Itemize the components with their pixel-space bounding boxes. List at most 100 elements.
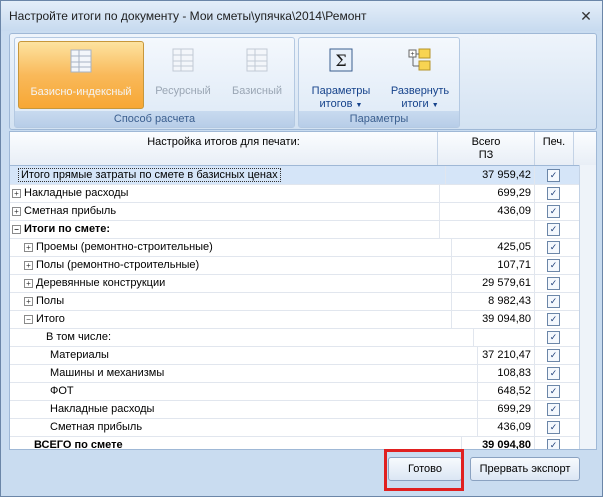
- table-row[interactable]: Сметная прибыль 436,09 ✓: [10, 418, 596, 437]
- row-value-cell: 648,52: [438, 382, 535, 400]
- print-checkbox[interactable]: ✓: [547, 169, 560, 182]
- row-print-cell: ✓: [535, 418, 573, 436]
- print-checkbox[interactable]: ✓: [547, 421, 560, 434]
- row-value: 37 959,42: [482, 169, 531, 181]
- row-value-cell: 39 094,80: [438, 436, 535, 449]
- expand-icon[interactable]: +: [24, 296, 33, 306]
- print-checkbox[interactable]: ✓: [547, 367, 560, 380]
- row-label: Итого прямые затраты по смете в базисных…: [18, 168, 281, 182]
- row-label-cell: + Сметная прибыль: [10, 202, 440, 220]
- print-checkbox[interactable]: ✓: [547, 331, 560, 344]
- expand-icon[interactable]: +: [12, 206, 21, 216]
- print-checkbox[interactable]: ✓: [547, 277, 560, 290]
- expand-icon[interactable]: +: [24, 242, 33, 252]
- header-total[interactable]: Всего ПЗ: [438, 132, 535, 165]
- row-label: Накладные расходы: [50, 403, 155, 415]
- expand-totals-button[interactable]: + Развернуть итоги ▼: [383, 41, 457, 110]
- row-value: [531, 223, 534, 235]
- row-print-cell: ✓: [535, 310, 573, 328]
- row-print-cell: ✓: [535, 382, 573, 400]
- dialog-footer: Готово Прервать экспорт: [9, 449, 595, 489]
- row-label-cell: + Накладные расходы: [10, 184, 440, 202]
- expand-icon[interactable]: +: [24, 260, 33, 270]
- table-row[interactable]: Накладные расходы 699,29 ✓: [10, 400, 596, 419]
- row-label-cell: В том числе:: [10, 328, 474, 346]
- row-value: 436,09: [497, 205, 531, 217]
- header-name[interactable]: Настройка итогов для печати:: [10, 132, 438, 165]
- close-icon[interactable]: ✕: [576, 6, 596, 26]
- svg-text:Σ: Σ: [335, 51, 346, 70]
- row-value-cell: 107,71: [438, 256, 535, 274]
- table-row[interactable]: ВСЕГО по смете 39 094,80 ✓: [10, 436, 596, 449]
- resource-button[interactable]: Ресурсный: [147, 41, 219, 107]
- highlight-box: [384, 449, 464, 491]
- row-label: Материалы: [50, 349, 109, 361]
- print-checkbox[interactable]: ✓: [547, 403, 560, 416]
- params-totals-button[interactable]: Σ Параметры итогов ▼: [302, 41, 380, 110]
- row-print-cell: ✓: [535, 364, 573, 382]
- expand-icon[interactable]: +: [12, 188, 21, 198]
- row-label-cell: + Проемы (ремонтно-строительные): [10, 238, 452, 256]
- table-row[interactable]: Материалы 37 210,47 ✓: [10, 346, 596, 365]
- row-value-cell: 37 210,47: [438, 346, 535, 364]
- basis-label: Базисный: [231, 85, 283, 97]
- table-row[interactable]: − Итоги по смете: ✓: [10, 220, 596, 239]
- row-label: В том числе:: [46, 331, 112, 343]
- print-checkbox[interactable]: ✓: [547, 223, 560, 236]
- abort-export-button[interactable]: Прервать экспорт: [470, 457, 580, 481]
- table-row[interactable]: − Итого 39 094,80 ✓: [10, 310, 596, 329]
- expand-tree-icon: +: [408, 48, 431, 71]
- row-print-cell: ✓: [535, 292, 573, 310]
- print-checkbox[interactable]: ✓: [547, 313, 560, 326]
- svg-text:+: +: [410, 51, 414, 58]
- row-label: Проемы (ремонтно-строительные): [36, 241, 213, 253]
- row-label: Сметная прибыль: [24, 205, 117, 217]
- print-checkbox[interactable]: ✓: [547, 205, 560, 218]
- basis-button[interactable]: Базисный: [223, 41, 291, 107]
- dialog-window: Настройте итоги по документу - Мои сметы…: [0, 0, 603, 497]
- row-print-cell: ✓: [535, 436, 573, 449]
- row-value-cell: 436,09: [438, 418, 535, 436]
- table-row[interactable]: + Полы 8 982,43 ✓: [10, 292, 596, 311]
- row-label-cell: + Деревянные конструкции: [10, 274, 452, 292]
- row-print-cell: ✓: [535, 220, 573, 238]
- expand-icon[interactable]: +: [24, 278, 33, 288]
- table-row[interactable]: В том числе: ✓: [10, 328, 596, 347]
- table-row[interactable]: + Проемы (ремонтно-строительные) 425,05 ✓: [10, 238, 596, 257]
- window-title: Настройте итоги по документу - Мои сметы…: [9, 9, 367, 23]
- header-print[interactable]: Печ.: [535, 132, 574, 165]
- collapse-icon[interactable]: −: [12, 224, 21, 234]
- print-checkbox[interactable]: ✓: [547, 349, 560, 362]
- print-checkbox[interactable]: ✓: [547, 259, 560, 272]
- row-value-cell: 8 982,43: [438, 292, 535, 310]
- row-label-cell: + Полы: [10, 292, 452, 310]
- collapse-icon[interactable]: −: [24, 314, 33, 324]
- print-checkbox[interactable]: ✓: [547, 295, 560, 308]
- row-label: ФОТ: [50, 385, 74, 397]
- print-checkbox[interactable]: ✓: [547, 187, 560, 200]
- table-row[interactable]: + Накладные расходы 699,29 ✓: [10, 184, 596, 203]
- row-value: [531, 331, 534, 343]
- vertical-scrollbar[interactable]: [579, 165, 596, 449]
- table-row[interactable]: ФОТ 648,52 ✓: [10, 382, 596, 401]
- row-print-cell: ✓: [535, 328, 573, 346]
- table-row[interactable]: + Деревянные конструкции 29 579,61 ✓: [10, 274, 596, 293]
- row-value-cell: 29 579,61: [438, 274, 535, 292]
- row-value: 29 579,61: [482, 277, 531, 289]
- expand-totals-label: Развернуть: [390, 85, 450, 97]
- row-print-cell: ✓: [535, 400, 573, 418]
- basis-index-button[interactable]: Базисно-индексный: [18, 41, 144, 109]
- row-print-cell: ✓: [535, 238, 573, 256]
- row-value-cell: 37 959,42: [438, 166, 535, 184]
- table-row[interactable]: Машины и механизмы 108,83 ✓: [10, 364, 596, 383]
- row-value-cell: 108,83: [438, 364, 535, 382]
- row-label-cell: + Полы (ремонтно-строительные): [10, 256, 452, 274]
- table-row[interactable]: + Сметная прибыль 436,09 ✓: [10, 202, 596, 221]
- calc-method-group: Базисно-индексный Ресурсный Базисный Спо…: [14, 37, 295, 128]
- print-checkbox[interactable]: ✓: [547, 241, 560, 254]
- table-row[interactable]: Итого прямые затраты по смете в базисных…: [10, 166, 596, 185]
- print-checkbox[interactable]: ✓: [547, 385, 560, 398]
- row-value-cell: 699,29: [438, 184, 535, 202]
- calc-method-group-label: Способ расчета: [15, 111, 294, 127]
- table-row[interactable]: + Полы (ремонтно-строительные) 107,71 ✓: [10, 256, 596, 275]
